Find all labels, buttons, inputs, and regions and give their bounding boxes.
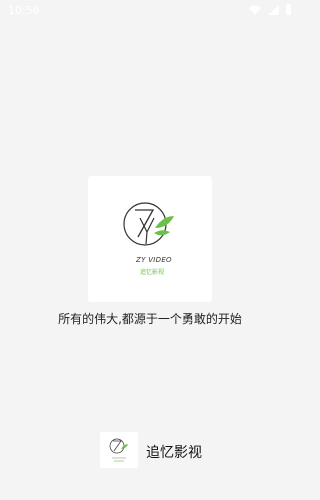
footer-app-name: 追忆影视	[146, 445, 202, 461]
footer-brand: 追忆影视	[0, 430, 300, 470]
status-time: 10:56	[8, 4, 40, 17]
status-bar: 10:56	[0, 0, 300, 22]
wifi-icon	[249, 5, 261, 15]
battery-icon	[286, 4, 291, 15]
splash-logo: ZY VIDEO 追忆影视	[88, 176, 212, 302]
logo-text-en: ZY VIDEO	[136, 256, 172, 264]
status-icons	[248, 4, 292, 15]
logo-text-cn: 追忆影视	[140, 269, 165, 276]
signal-icon	[268, 4, 279, 15]
footer-logo-icon	[109, 438, 128, 462]
footer-logo	[100, 432, 138, 468]
logo-emblem-icon	[123, 202, 174, 246]
splash-slogan: 所有的伟大,都源于一个勇敢的开始	[58, 312, 242, 326]
